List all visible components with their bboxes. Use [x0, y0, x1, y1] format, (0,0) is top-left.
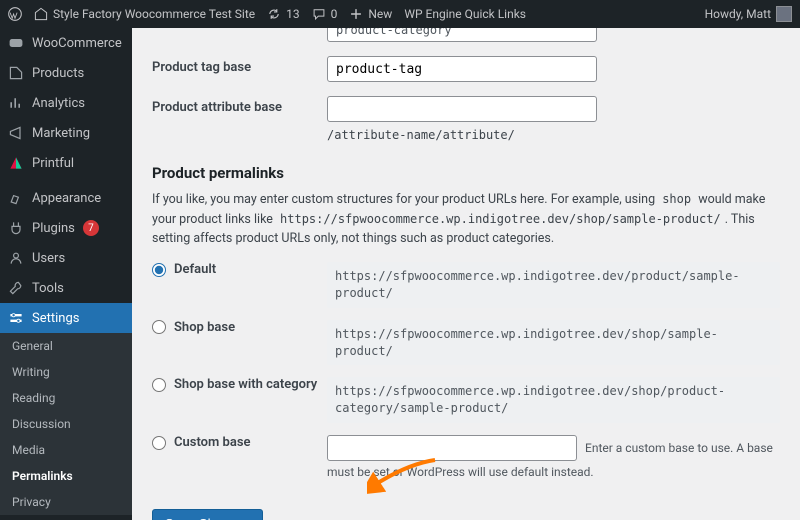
- save-changes-button[interactable]: Save Changes: [152, 509, 263, 520]
- sidebar-item-tools[interactable]: Tools: [0, 273, 132, 303]
- admin-bar: Style Factory Woocommerce Test Site 13 0…: [0, 0, 800, 28]
- howdy-link[interactable]: Howdy, Matt: [705, 6, 792, 22]
- submenu-reading[interactable]: Reading: [0, 385, 132, 411]
- attr-base-label: Product attribute base: [152, 96, 327, 115]
- url-shopbase: https://sfpwoocommerce.wp.indigotree.dev…: [327, 320, 780, 366]
- updates-link[interactable]: 13: [267, 7, 300, 21]
- submenu-privacy[interactable]: Privacy: [0, 489, 132, 515]
- permalinks-heading: Product permalinks: [152, 164, 780, 182]
- submenu-media[interactable]: Media: [0, 437, 132, 463]
- sidebar-item-products[interactable]: Products: [0, 58, 132, 88]
- sidebar-item-marketing[interactable]: Marketing: [0, 118, 132, 148]
- sidebar-item-printful[interactable]: Printful: [0, 148, 132, 178]
- radio-shopbasecat-label[interactable]: Shop base with category: [174, 377, 317, 392]
- submenu-general[interactable]: General: [0, 333, 132, 359]
- custom-hint-b: must be set or WordPress will use defaul…: [327, 465, 780, 479]
- url-default: https://sfpwoocommerce.wp.indigotree.dev…: [327, 262, 780, 308]
- attr-base-input[interactable]: [327, 96, 597, 122]
- sidebar-item-plugins[interactable]: Plugins7: [0, 213, 132, 243]
- settings-content: product-category Product tag base Produc…: [132, 28, 800, 520]
- sidebar-item-woocommerce[interactable]: WooCommerce: [0, 28, 132, 58]
- radio-shopbase[interactable]: [152, 320, 166, 334]
- submenu-writing[interactable]: Writing: [0, 359, 132, 385]
- new-link[interactable]: New: [349, 7, 392, 21]
- updates-count: 13: [286, 7, 300, 21]
- sidebar-item-appearance[interactable]: Appearance: [0, 183, 132, 213]
- radio-custom-label[interactable]: Custom base: [174, 435, 251, 450]
- avatar: [776, 6, 792, 22]
- radio-shopbase-label[interactable]: Shop base: [174, 320, 235, 335]
- radio-default[interactable]: [152, 263, 166, 277]
- attr-base-suffix: /attribute-name/attribute/: [327, 128, 515, 142]
- url-shopbasecat: https://sfpwoocommerce.wp.indigotree.dev…: [327, 377, 780, 423]
- sidebar-item-settings[interactable]: Settings: [0, 303, 132, 333]
- radio-default-label[interactable]: Default: [174, 262, 216, 277]
- custom-base-input[interactable]: [327, 435, 577, 461]
- tag-base-label: Product tag base: [152, 56, 327, 75]
- tag-base-input[interactable]: [327, 56, 597, 82]
- comments-count: 0: [331, 7, 338, 21]
- site-title: Style Factory Woocommerce Test Site: [53, 7, 255, 21]
- comments-link[interactable]: 0: [312, 7, 338, 21]
- settings-submenu: General Writing Reading Discussion Media…: [0, 333, 132, 515]
- radio-shopbasecat[interactable]: [152, 378, 166, 392]
- wp-logo[interactable]: [8, 7, 22, 21]
- custom-hint-a: Enter a custom base to use. A base: [585, 441, 773, 455]
- radio-custom[interactable]: [152, 436, 166, 450]
- submenu-discussion[interactable]: Discussion: [0, 411, 132, 437]
- admin-sidebar: WooCommerce Products Analytics Marketing…: [0, 28, 132, 520]
- permalinks-help: If you like, you may enter custom struct…: [152, 190, 780, 248]
- sidebar-item-users[interactable]: Users: [0, 243, 132, 273]
- site-link[interactable]: Style Factory Woocommerce Test Site: [34, 7, 255, 21]
- submenu-permalinks[interactable]: Permalinks: [0, 463, 132, 489]
- plugin-update-badge: 7: [83, 220, 99, 236]
- quicklinks-link[interactable]: WP Engine Quick Links: [404, 7, 526, 21]
- sidebar-item-analytics[interactable]: Analytics: [0, 88, 132, 118]
- category-base-input[interactable]: product-category: [327, 28, 597, 42]
